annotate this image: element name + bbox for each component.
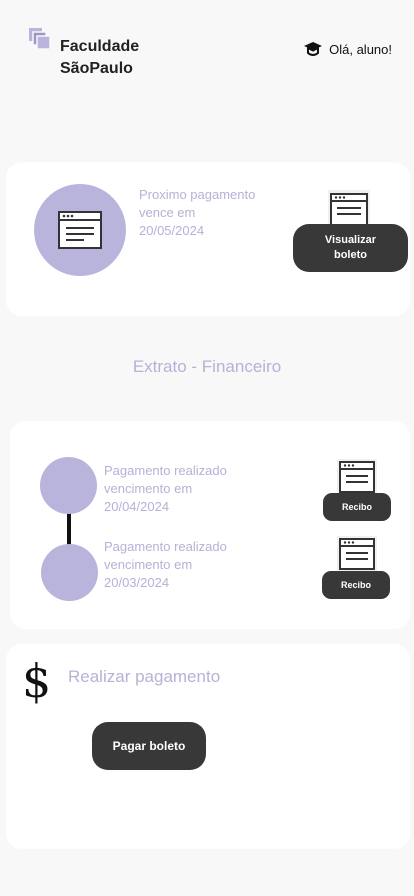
next-payment-text: Proximo pagamento vence em 20/05/2024 bbox=[139, 186, 289, 240]
payment-date: 20/04/2024 bbox=[104, 499, 170, 514]
brand-line-1: Faculdade bbox=[60, 38, 140, 55]
timeline-dot bbox=[41, 544, 98, 601]
payment-status: Pagamento realizado bbox=[104, 539, 227, 554]
payment-status: Pagamento realizado bbox=[104, 463, 227, 478]
view-boleto-label-2: boleto bbox=[333, 249, 367, 261]
pay-boleto-button[interactable]: Pagar boleto bbox=[92, 722, 206, 770]
timeline-connector bbox=[67, 510, 71, 546]
timeline-dot bbox=[40, 457, 97, 514]
dollar-sign-icon: $ bbox=[22, 654, 52, 708]
payment-due-label: vencimento em bbox=[104, 557, 193, 572]
graduation-cap-icon bbox=[304, 42, 323, 56]
view-boleto-label-1: Visualizar bbox=[324, 234, 377, 246]
receipt-icon bbox=[337, 459, 377, 495]
user-greeting[interactable]: Olá, aluno! bbox=[303, 40, 392, 58]
view-boleto-button[interactable]: Visualizar boleto bbox=[293, 224, 408, 272]
brand-line-2: SãoPaulo bbox=[60, 60, 133, 77]
invoice-icon bbox=[58, 211, 102, 249]
payment-due-label: vencimento em bbox=[104, 481, 193, 496]
list-item: Pagamento realizado vencimento em 20/03/… bbox=[104, 538, 274, 592]
receipt-button[interactable]: Recibo bbox=[323, 493, 391, 521]
logo-icon bbox=[29, 28, 51, 50]
receipt-icon bbox=[337, 536, 377, 572]
brand-name: Faculdade SãoPaulo bbox=[60, 36, 139, 80]
statement-title: Extrato - Financeiro bbox=[132, 357, 282, 376]
next-payment-line-2: vence em bbox=[139, 205, 196, 220]
payment-date: 20/03/2024 bbox=[104, 575, 170, 590]
make-payment-title: Realizar pagamento bbox=[68, 667, 221, 686]
next-payment-date: 20/05/2024 bbox=[139, 223, 205, 238]
list-item: Pagamento realizado vencimento em 20/04/… bbox=[104, 462, 274, 516]
greeting-text: Olá, aluno! bbox=[329, 41, 392, 57]
next-payment-line-1: Proximo pagamento bbox=[139, 187, 256, 202]
receipt-button[interactable]: Recibo bbox=[322, 571, 390, 599]
next-payment-avatar bbox=[34, 184, 126, 276]
